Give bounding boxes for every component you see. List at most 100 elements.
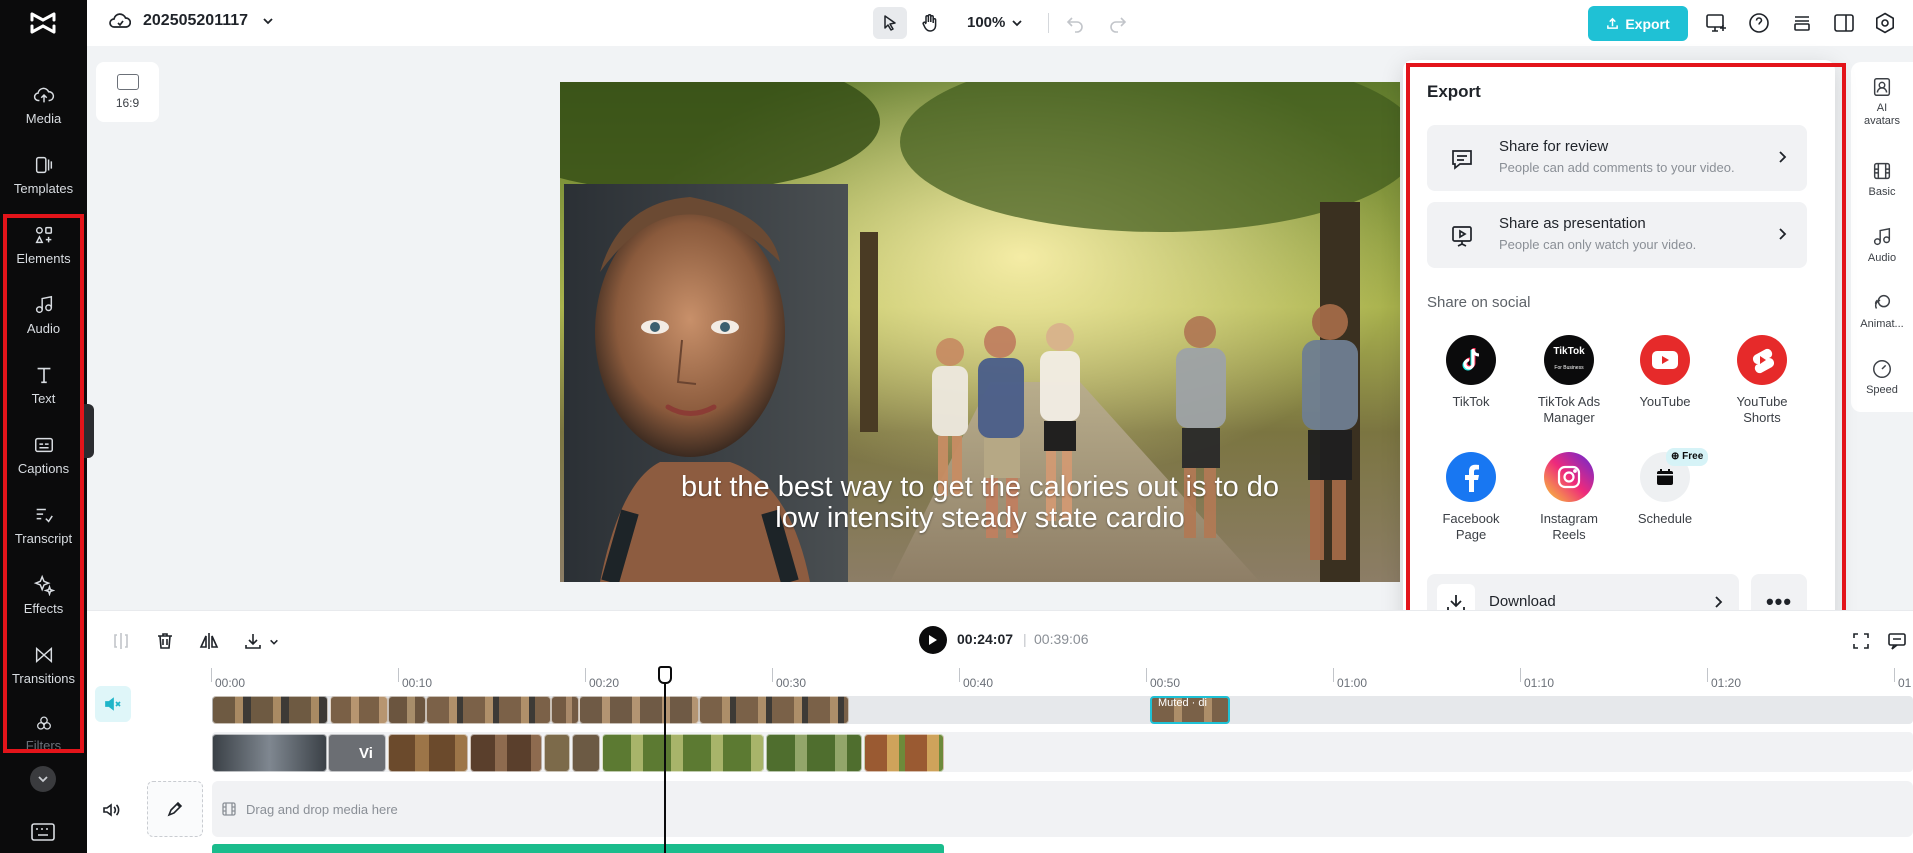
panel-layout-icon[interactable] [1832, 11, 1856, 35]
hand-tool-button[interactable] [913, 7, 947, 39]
video-clip[interactable] [572, 734, 600, 772]
video-caption[interactable]: but the best way to get the calories out… [640, 472, 1320, 534]
video-clip[interactable] [766, 734, 862, 772]
video-clip[interactable]: Vi [328, 734, 386, 772]
muted-video-clip[interactable]: Muted · di [1150, 696, 1230, 724]
project-name: 202505201117 [143, 12, 249, 29]
download-icon[interactable] [243, 631, 263, 651]
sidebar-item-effects[interactable]: Effects [0, 574, 87, 636]
video-clip[interactable] [470, 734, 542, 772]
video-clip[interactable] [602, 734, 764, 772]
rightbar-item-speed[interactable]: Speed [1851, 358, 1913, 397]
video-clip[interactable] [426, 696, 551, 724]
project-title[interactable]: 202505201117 [109, 12, 286, 30]
sidebar-item-media[interactable]: Media [0, 84, 87, 146]
fullscreen-icon[interactable] [1851, 631, 1871, 651]
redo-icon[interactable] [1108, 13, 1128, 33]
sidebar-item-transitions[interactable]: Transitions [0, 644, 87, 706]
sidebar-item-captions[interactable]: Captions [0, 434, 87, 496]
audio-drop-zone[interactable]: Drag and drop media here [212, 781, 1913, 837]
rightbar-item-animation[interactable]: Animat... [1851, 292, 1913, 331]
sidebar-expand-button[interactable] [30, 766, 56, 792]
clip-label: Muted · di [1158, 697, 1207, 709]
video-clip[interactable] [864, 734, 944, 772]
share-facebook-page-button[interactable]: Facebook Page [1426, 452, 1516, 543]
timeline-toolbar: 00:24:07 | 00:39:06 [87, 610, 1913, 668]
sidebar-item-audio[interactable]: Audio [0, 294, 87, 356]
time-ruler[interactable]: 00:00 00:10 00:20 00:30 00:40 00:50 01:0… [211, 668, 1913, 694]
schedule-button[interactable]: ⊕ Free Schedule [1620, 448, 1710, 527]
cloud-upload-icon [33, 87, 54, 103]
sidebar-item-label: Text [31, 391, 56, 406]
keyboard-icon[interactable] [30, 822, 56, 842]
rightbar-item-label: AI avatars [1863, 102, 1901, 127]
share-tiktok-ads-button[interactable]: TikTok For Business TikTok Ads Manager [1524, 335, 1614, 426]
settings-gear-icon[interactable] [1873, 11, 1897, 35]
audio-waveform-track[interactable] [212, 844, 944, 853]
video-clip[interactable] [212, 734, 327, 772]
video-preview[interactable]: but the best way to get the calories out… [560, 82, 1400, 582]
sidebar-item-filters[interactable]: Filters [0, 714, 87, 753]
speaker-icon[interactable] [101, 800, 121, 820]
youtube-shorts-icon [1737, 335, 1787, 385]
share-youtube-shorts-button[interactable]: YouTube Shorts [1717, 335, 1807, 426]
rightbar-item-ai-avatars[interactable]: AI avatars [1851, 76, 1913, 128]
rightbar-item-basic[interactable]: Basic [1851, 160, 1913, 199]
video-clip[interactable] [699, 696, 849, 724]
free-badge: ⊕ Free [1666, 448, 1709, 466]
sidebar-item-elements[interactable]: Elements [0, 224, 87, 286]
mirror-icon[interactable] [199, 631, 219, 651]
facebook-icon [1446, 452, 1496, 502]
chevron-down-icon[interactable] [269, 637, 279, 647]
video-clip[interactable] [544, 734, 570, 772]
chevron-right-icon [1779, 151, 1787, 163]
select-tool-button[interactable] [873, 7, 907, 39]
music-note-icon [1873, 227, 1891, 246]
speed-gauge-icon [1873, 360, 1891, 378]
video-clip[interactable] [579, 696, 699, 724]
video-clip[interactable] [551, 696, 579, 724]
sidebar-item-text[interactable]: Text [0, 364, 87, 426]
add-audio-button[interactable] [147, 781, 203, 837]
tiktok-ads-logo-sub: For Business [1554, 365, 1584, 371]
help-icon[interactable] [1747, 11, 1771, 35]
rightbar-item-label: Audio [1867, 252, 1897, 264]
sidebar-item-transcript[interactable]: Transcript [0, 504, 87, 566]
video-clip[interactable] [388, 696, 426, 724]
video-clip[interactable] [330, 696, 388, 724]
split-icon[interactable] [111, 631, 131, 651]
rightbar-item-label: Basic [1868, 186, 1896, 198]
sidebar-item-label: Elements [16, 251, 71, 266]
music-note-icon [35, 295, 52, 314]
share-for-review-button[interactable]: Share for review People can add comments… [1427, 125, 1807, 191]
zoom-dropdown[interactable]: 100% [967, 14, 1023, 31]
share-as-presentation-button[interactable]: Share as presentation People can only wa… [1427, 202, 1807, 268]
playhead[interactable] [664, 668, 666, 853]
upload-icon [1607, 17, 1619, 29]
playhead-handle[interactable] [658, 666, 672, 684]
share-tiktok-button[interactable]: TikTok [1426, 335, 1516, 410]
delete-icon[interactable] [155, 631, 175, 651]
capcut-logo[interactable] [28, 8, 58, 38]
export-button[interactable]: Export [1588, 6, 1688, 41]
rightbar-item-label: Speed [1866, 384, 1898, 396]
video-clip[interactable] [212, 696, 328, 724]
screen-add-icon[interactable] [1704, 11, 1728, 35]
chevron-down-icon [1012, 19, 1023, 26]
elements-icon [34, 226, 52, 244]
rightbar-item-audio[interactable]: Audio [1851, 226, 1913, 265]
undo-icon[interactable] [1065, 13, 1085, 33]
aspect-ratio-button[interactable]: 16:9 [96, 62, 159, 122]
panel-resize-handle[interactable] [84, 404, 94, 458]
sidebar-item-templates[interactable]: Templates [0, 154, 87, 216]
share-instagram-reels-button[interactable]: Instagram Reels [1524, 452, 1614, 543]
video-clip[interactable] [388, 734, 468, 772]
track-mute-button[interactable] [95, 686, 131, 722]
sidebar-item-label: Media [25, 111, 62, 126]
share-youtube-button[interactable]: YouTube [1620, 335, 1710, 410]
play-button[interactable] [919, 626, 947, 654]
pen-icon [167, 801, 183, 817]
feedback-icon[interactable] [1887, 631, 1907, 651]
filters-icon [36, 716, 51, 730]
layers-icon[interactable] [1790, 11, 1814, 35]
